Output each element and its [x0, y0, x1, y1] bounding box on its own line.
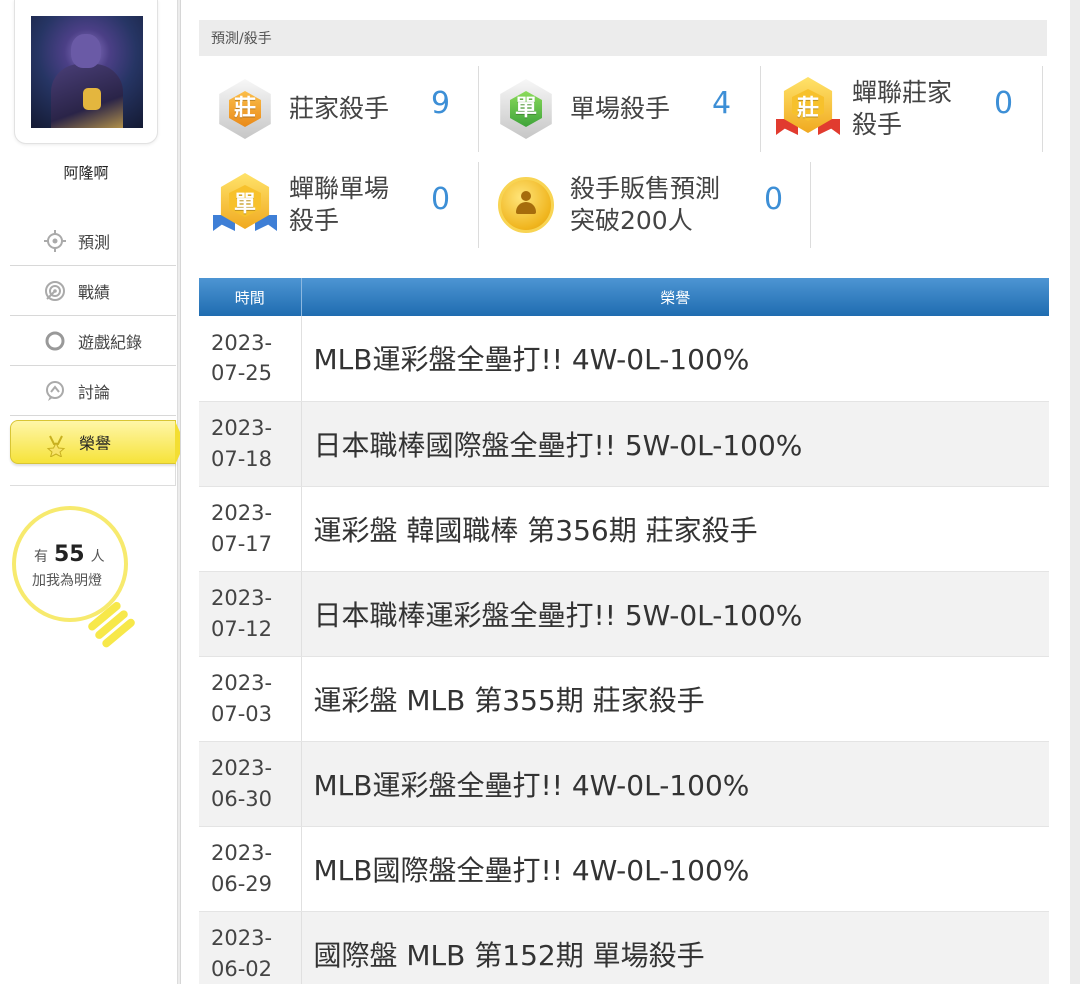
- sidebar-item-label: 討論: [78, 382, 111, 402]
- row-honor: MLB國際盤全壘打!! 4W-0L-100%: [301, 826, 1049, 912]
- sidebar-item-label: 榮譽: [79, 434, 112, 453]
- breadcrumb: 預測/殺手: [199, 20, 1047, 56]
- banker-killer-badge-icon: 莊: [213, 77, 277, 141]
- medal-icon: [46, 435, 66, 457]
- row-date: 2023- 06-02: [199, 911, 302, 984]
- row-honor: 國際盤 MLB 第152期 單場殺手: [301, 911, 1049, 984]
- stat-label: 殺手販售預測 突破200人: [570, 173, 721, 236]
- consecutive-banker-badge-icon: 莊: [776, 77, 840, 141]
- stat-value: 0: [764, 182, 784, 217]
- table-row: 2023- 07-18 日本職棒國際盤全壘打!! 5W-0L-100%: [199, 401, 1049, 487]
- table-row: 2023- 06-29 MLB國際盤全壘打!! 4W-0L-100%: [199, 826, 1049, 912]
- table-row: 2023- 07-12 日本職棒運彩盤全壘打!! 5W-0L-100%: [199, 571, 1049, 657]
- row-honor: 運彩盤 韓國職棒 第356期 莊家殺手: [301, 486, 1049, 572]
- stat-sales-over-200: 殺手販售預測 突破200人 0: [480, 162, 811, 248]
- sidebar-item-discussion[interactable]: 討論: [10, 366, 176, 416]
- target-icon: [45, 281, 65, 301]
- stat-label: 單場殺手: [570, 93, 671, 123]
- stat-consecutive-banker-killer: 莊 蟬聯莊家 殺手 0: [762, 66, 1043, 152]
- sidebar-item-game-log[interactable]: 遊戲紀錄: [10, 316, 176, 366]
- row-date: 2023- 07-18: [199, 401, 302, 487]
- fan-count: 有 55 人: [34, 542, 105, 567]
- table-row: 2023- 07-17 運彩盤 韓國職棒 第356期 莊家殺手: [199, 486, 1049, 572]
- avatar[interactable]: [31, 16, 143, 128]
- sidebar-item-label: 戰績: [78, 282, 111, 302]
- sidebar-item-label: 預測: [78, 232, 111, 252]
- menu-divider: [10, 464, 176, 486]
- sidebar-menu: 預測 戰績 遊戲紀錄 討論 榮譽: [10, 216, 185, 486]
- fan-count-caption: 加我為明燈: [32, 573, 102, 589]
- honor-table: 時間 榮譽 2023- 07-25 MLB運彩盤全壘打!! 4W-0L-100% …: [199, 278, 1049, 984]
- username: 阿隆啊: [63, 164, 109, 182]
- row-date: 2023- 07-12: [199, 571, 302, 657]
- single-killer-badge-icon: 單: [494, 77, 558, 141]
- sidebar-item-label: 遊戲紀錄: [78, 332, 143, 352]
- stat-single-killer: 單 單場殺手 4: [480, 66, 761, 152]
- row-date: 2023- 06-29: [199, 826, 302, 912]
- row-honor: MLB運彩盤全壘打!! 4W-0L-100%: [301, 741, 1049, 827]
- circle-icon: [45, 331, 65, 351]
- crosshair-icon: [44, 230, 66, 252]
- row-date: 2023- 07-03: [199, 656, 302, 742]
- table-row: 2023- 06-30 MLB運彩盤全壘打!! 4W-0L-100%: [199, 741, 1049, 827]
- stat-banker-killer: 莊 莊家殺手 9: [199, 66, 479, 152]
- row-date: 2023- 07-25: [199, 316, 302, 402]
- table-row: 2023- 07-25 MLB運彩盤全壘打!! 4W-0L-100%: [199, 316, 1049, 402]
- avatar-card[interactable]: [14, 0, 158, 144]
- stat-label: 蟬聯莊家 殺手: [852, 77, 953, 140]
- consecutive-single-badge-icon: 單: [213, 173, 277, 237]
- chat-icon: [46, 381, 64, 401]
- sidebar-item-record[interactable]: 戰績: [10, 266, 176, 316]
- row-honor: 日本職棒運彩盤全壘打!! 5W-0L-100%: [301, 571, 1049, 657]
- row-date: 2023- 06-30: [199, 741, 302, 827]
- stat-consecutive-single-killer: 單 蟬聯單場 殺手 0: [199, 162, 479, 248]
- column-header-honor[interactable]: 榮譽: [301, 278, 1049, 316]
- stat-value: 4: [712, 86, 732, 121]
- sidebar-item-predict[interactable]: 預測: [10, 216, 176, 266]
- stat-label: 莊家殺手: [289, 93, 390, 123]
- main-content: 預測/殺手 莊 莊家殺手 9 單 單場殺手 4 莊 蟬聯莊家 殺手 0 單 蟬聯…: [180, 0, 1070, 984]
- avatar-gauntlet: [83, 88, 101, 110]
- row-honor: MLB運彩盤全壘打!! 4W-0L-100%: [301, 316, 1049, 402]
- row-honor: 運彩盤 MLB 第355期 莊家殺手: [301, 656, 1049, 742]
- table-header-row: 時間 榮譽: [199, 278, 1049, 316]
- avatar-figure-head: [71, 34, 101, 68]
- stat-value: 9: [431, 86, 451, 121]
- fan-count-box[interactable]: 有 55 人 加我為明燈: [12, 506, 138, 656]
- stat-value: 0: [994, 86, 1014, 121]
- sidebar-item-honor[interactable]: 榮譽: [10, 420, 185, 465]
- column-header-time[interactable]: 時間: [199, 278, 302, 316]
- row-honor: 日本職棒國際盤全壘打!! 5W-0L-100%: [301, 401, 1049, 487]
- stat-label: 蟬聯單場 殺手: [289, 173, 390, 236]
- sidebar: 阿隆啊 預測 戰績 遊戲紀錄 討論 榮譽 有 55 人 加我為明燈: [0, 0, 185, 984]
- gold-coin-badge-icon: [494, 173, 558, 237]
- table-row: 2023- 06-02 國際盤 MLB 第152期 單場殺手: [199, 911, 1049, 984]
- table-row: 2023- 07-03 運彩盤 MLB 第355期 莊家殺手: [199, 656, 1049, 742]
- fan-count-number: 55: [54, 542, 85, 567]
- row-date: 2023- 07-17: [199, 486, 302, 572]
- stat-value: 0: [431, 182, 451, 217]
